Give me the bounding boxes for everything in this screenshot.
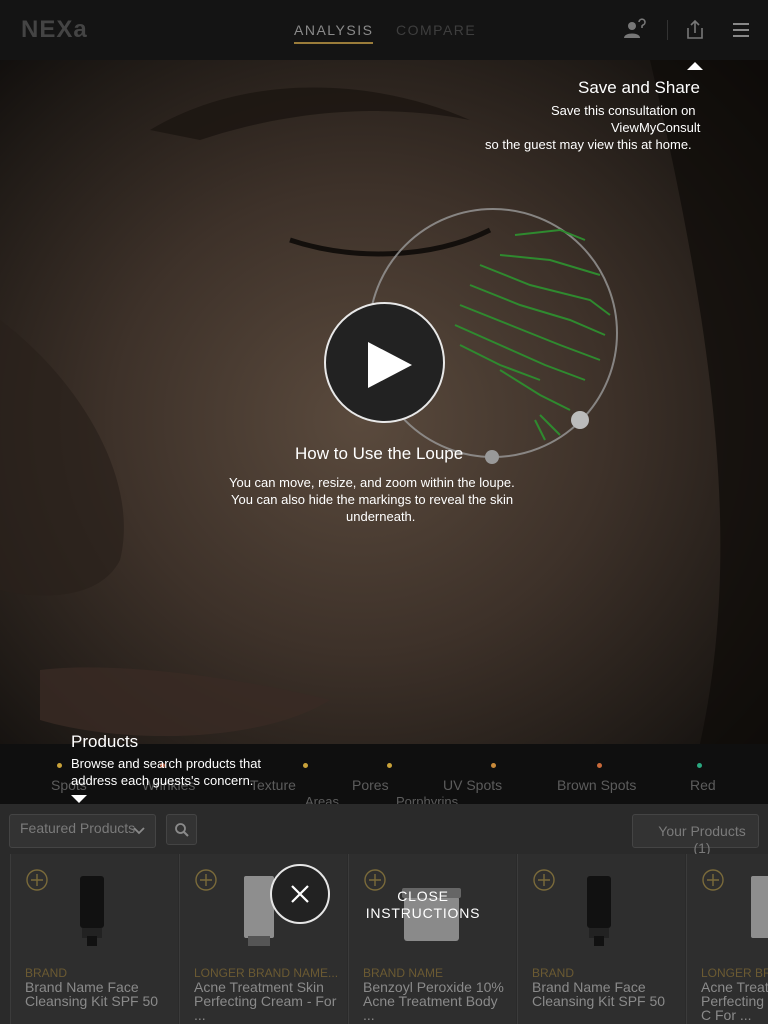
close-icon	[291, 885, 309, 903]
save-share-line1: Save this consultation on	[551, 103, 696, 118]
tab-analysis[interactable]: ANALYSIS	[294, 22, 374, 44]
pores-dot	[387, 763, 392, 768]
your-products-button[interactable]: Your Products (1)	[632, 814, 759, 856]
close-instructions-button[interactable]	[270, 864, 330, 924]
search-icon	[175, 823, 189, 837]
product-name: Acne Treatment Skin Perfecting Cream - F…	[194, 979, 337, 1023]
concern-texture[interactable]: Texture	[250, 777, 296, 793]
product-name: Brand Name Face Cleansing Kit SPF 50	[25, 979, 159, 1009]
save-share-line3: so the guest may view this at home.	[485, 137, 692, 152]
brown-spots-dot	[597, 763, 602, 768]
bottle-icon	[751, 876, 768, 938]
play-icon	[368, 342, 412, 388]
close-instructions-label[interactable]: CLOSE INSTRUCTIONS	[362, 888, 484, 922]
add-product-icon[interactable]	[26, 869, 48, 891]
product-brand: BRAND	[25, 966, 68, 980]
concern-brown-spots[interactable]: Brown Spots	[557, 777, 636, 793]
product-list: BRAND Brand Name Face Cleansing Kit SPF …	[0, 854, 768, 1024]
product-name: Brand Name Face Cleansing Kit SPF 50	[532, 979, 666, 1009]
product-brand: LONGER BR	[701, 966, 768, 980]
add-product-icon[interactable]	[533, 869, 555, 891]
add-product-icon[interactable]	[702, 869, 724, 891]
products-tip-line1: Browse and search products that	[71, 756, 262, 771]
tube-icon	[80, 876, 104, 946]
loupe-tip-line1: You can move, resize, and zoom within th…	[229, 475, 515, 490]
person-help-icon[interactable]	[623, 18, 647, 42]
share-icon[interactable]	[683, 18, 707, 42]
concern-red[interactable]: Red	[690, 777, 716, 793]
concerns-bar: Spots Wrinkles Texture Pores UV Spots Br…	[0, 732, 768, 809]
your-products-label: Your Products (1)	[658, 823, 746, 856]
loupe-tip-line2: You can also hide the markings to reveal…	[231, 492, 514, 507]
filter-label: Featured Products	[20, 820, 136, 836]
product-card[interactable]: LONGER BR Acne Treat Perfecting C For ..…	[686, 854, 768, 1024]
tip-arrow-up	[687, 62, 703, 70]
app-logo: NEXa	[21, 16, 88, 43]
save-share-line2: ViewMyConsult	[611, 120, 701, 135]
tab-compare[interactable]: COMPARE	[396, 22, 476, 38]
product-card[interactable]: BRAND NAME Benzoyl Peroxide 10% Acne Tre…	[348, 854, 516, 1024]
top-bar: NEXa ANALYSIS COMPARE	[0, 0, 768, 60]
red-dot	[697, 763, 702, 768]
product-brand: LONGER BRAND NAME...	[194, 966, 339, 980]
loupe-tip-title: How to Use the Loupe	[295, 444, 464, 463]
divider	[667, 20, 668, 40]
play-video-button[interactable]	[324, 302, 445, 423]
product-brand: BRAND	[532, 966, 575, 980]
menu-icon[interactable]	[729, 18, 753, 42]
concern-pores[interactable]: Pores	[352, 777, 389, 793]
add-product-icon[interactable]	[195, 869, 217, 891]
tip-arrow-down	[71, 795, 87, 803]
tube-icon	[587, 876, 611, 946]
search-button[interactable]	[166, 814, 197, 845]
spots-dot	[57, 763, 62, 768]
products-tip-title: Products	[71, 732, 139, 751]
loupe-tip-line3: underneath.	[346, 509, 416, 524]
products-tip-line2: address each guests's concern.	[71, 773, 254, 788]
concern-uv-spots[interactable]: UV Spots	[443, 777, 502, 793]
save-share-title: Save and Share	[578, 78, 700, 97]
texture-dot	[303, 763, 308, 768]
product-card[interactable]: BRAND Brand Name Face Cleansing Kit SPF …	[10, 854, 178, 1024]
product-name: Acne Treat Perfecting C For ...	[701, 979, 768, 1023]
chevron-down-icon	[133, 827, 145, 835]
featured-products-dropdown[interactable]: Featured Products	[9, 814, 156, 848]
product-name: Benzoyl Peroxide 10% Acne Treatment Body…	[363, 979, 504, 1023]
product-brand: BRAND NAME	[363, 966, 444, 980]
product-card[interactable]: BRAND Brand Name Face Cleansing Kit SPF …	[517, 854, 685, 1024]
uv-spots-dot	[491, 763, 496, 768]
